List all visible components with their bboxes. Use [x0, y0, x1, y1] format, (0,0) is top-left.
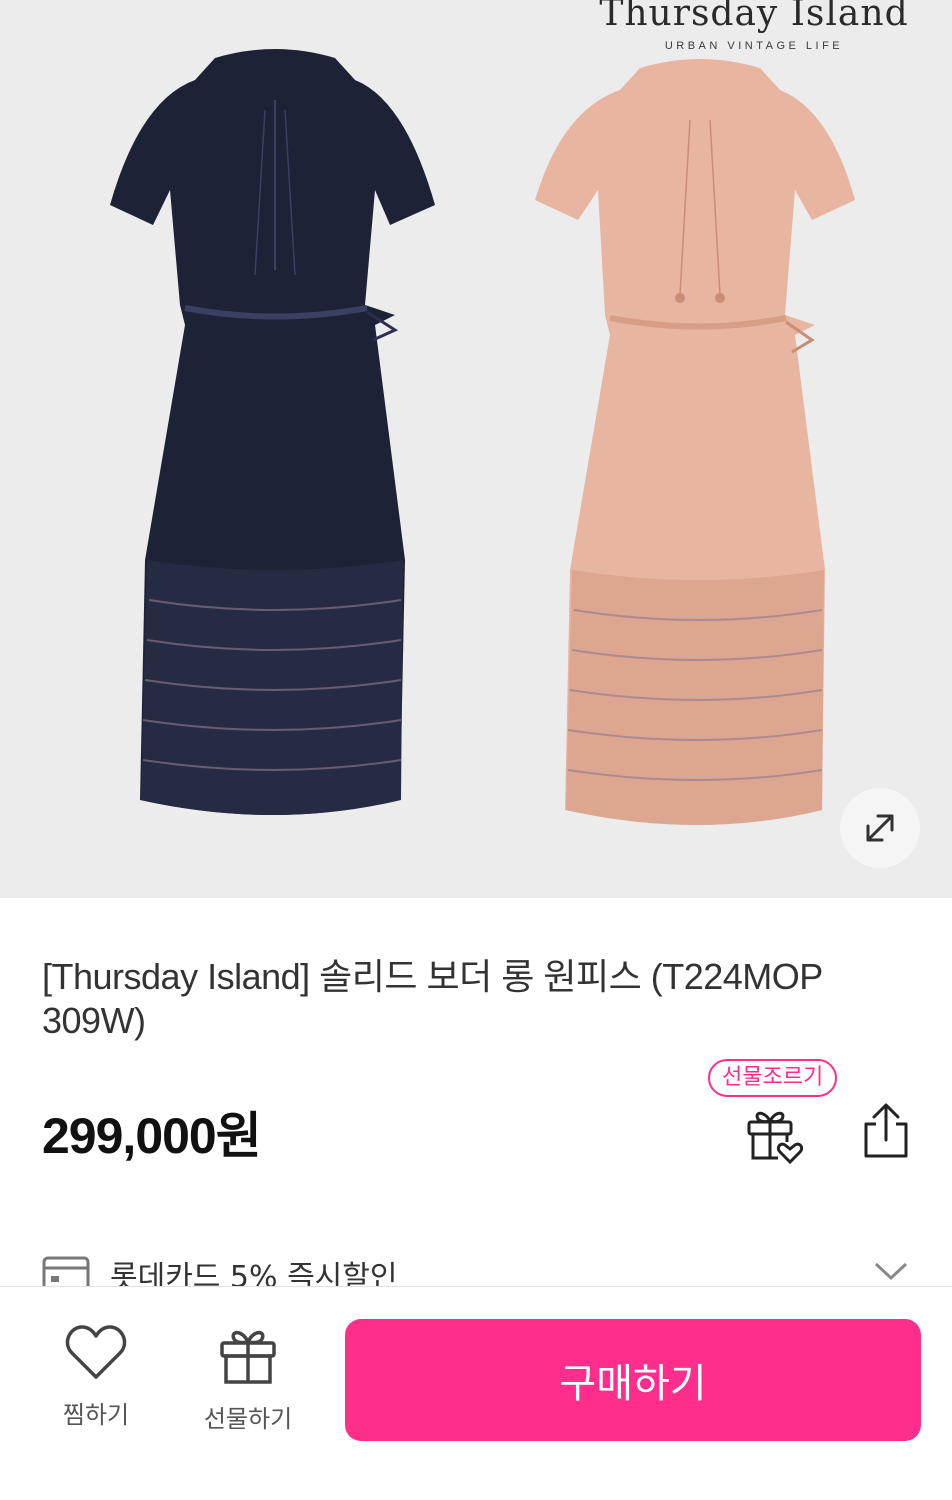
bottom-action-bar: 찜하기 선물하기 구매하기	[0, 1286, 952, 1500]
dress-peach-image	[535, 59, 855, 825]
gift-heart-icon	[747, 1111, 804, 1165]
card-discount-text: 롯데카드 5% 즉시할인	[110, 1260, 398, 1286]
product-price: 299,000원	[42, 1108, 262, 1164]
chevron-down-icon	[874, 1262, 908, 1281]
gift-label: 선물하기	[203, 1405, 293, 1433]
gift-request-badge[interactable]: 선물조르기	[708, 1059, 838, 1097]
wishlist-label: 찜하기	[62, 1401, 130, 1429]
product-title: [Thursday Island] 솔리드 보더 롱 원피스 (T224MOP …	[42, 956, 823, 1041]
buy-button[interactable]: 구매하기	[345, 1319, 921, 1441]
wishlist-button[interactable]: 찜하기	[41, 1323, 151, 1430]
zoom-button[interactable]	[840, 788, 920, 868]
gift-button[interactable]: 선물하기	[193, 1323, 303, 1434]
share-button[interactable]	[860, 1102, 912, 1164]
product-image-gallery[interactable]: Thursday Island URBAN VINTAGE LIFE	[0, 0, 952, 898]
brand-name: Thursday Island	[599, 0, 909, 34]
expand-icon	[866, 814, 894, 842]
gift-request-button[interactable]	[744, 1104, 804, 1168]
share-icon	[864, 1103, 908, 1158]
heart-icon	[65, 1325, 127, 1379]
dress-navy-image	[110, 49, 435, 815]
card-discount-row[interactable]: 롯데카드 5% 즉시할인	[42, 1250, 912, 1286]
gift-icon	[220, 1330, 276, 1384]
credit-card-icon	[42, 1256, 90, 1286]
